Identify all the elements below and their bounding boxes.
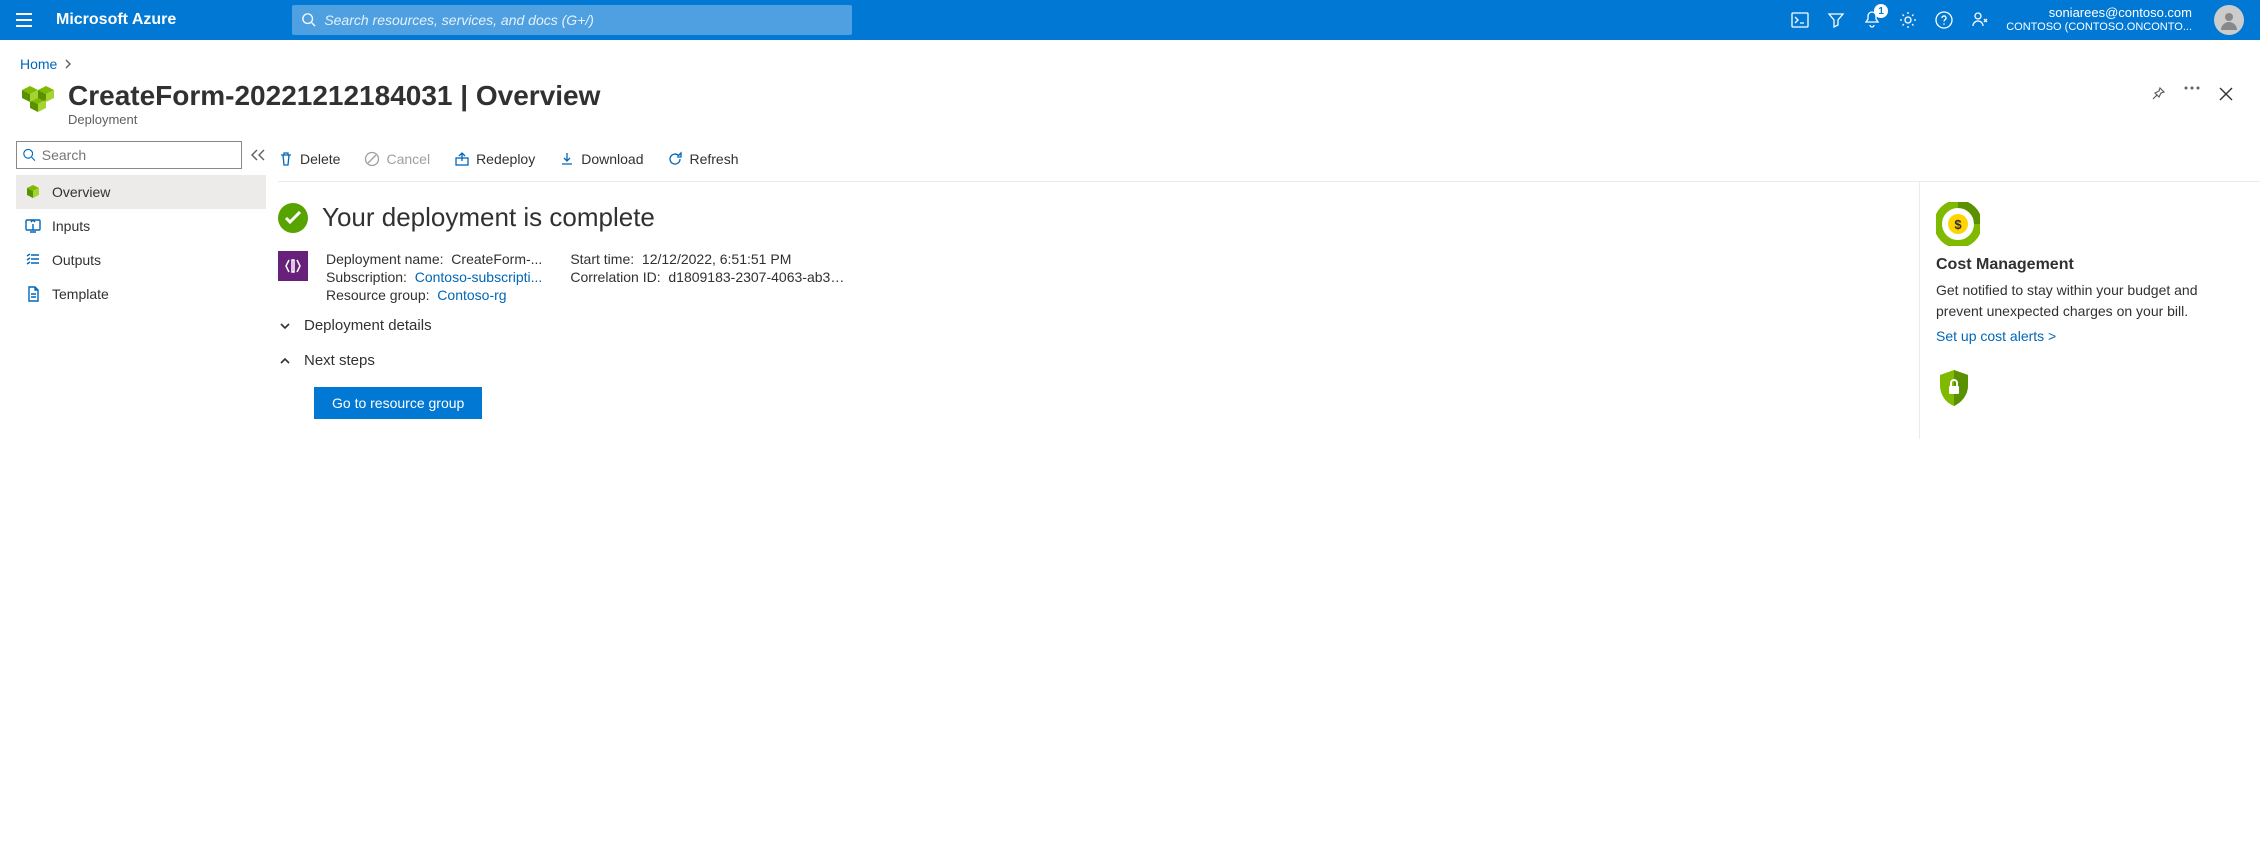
cloud-shell-button[interactable] — [1790, 10, 1810, 30]
refresh-label: Refresh — [689, 151, 738, 167]
next-steps-expander[interactable]: Next steps — [278, 338, 1899, 373]
cube-small-icon — [24, 183, 42, 201]
top-bar: Microsoft Azure 1 soniarees@contoso.com … — [0, 0, 2260, 40]
inputs-icon — [24, 217, 42, 235]
redeploy-button[interactable]: Redeploy — [454, 151, 535, 167]
help-button[interactable] — [1934, 10, 1954, 30]
account-info[interactable]: soniarees@contoso.com CONTOSO (CONTOSO.O… — [2006, 6, 2198, 34]
chevron-double-left-icon — [250, 148, 266, 162]
next-steps-label: Next steps — [304, 352, 375, 369]
redeploy-icon — [454, 151, 470, 167]
svg-text:$: $ — [1954, 217, 1962, 232]
cancel-label: Cancel — [386, 151, 430, 167]
outputs-icon — [24, 251, 42, 269]
chevron-down-icon — [278, 319, 292, 333]
chevron-right-icon — [63, 59, 73, 69]
account-directory: CONTOSO (CONTOSO.ONCONTO... — [2006, 20, 2192, 34]
subscription-label: Subscription: — [326, 269, 407, 285]
start-time-value: 12/12/2022, 6:51:51 PM — [642, 251, 791, 267]
notifications-badge: 1 — [1874, 4, 1888, 18]
download-button[interactable]: Download — [559, 151, 643, 167]
deployment-name-label: Deployment name: — [326, 251, 444, 267]
redeploy-label: Redeploy — [476, 151, 535, 167]
cloud-shell-icon — [1791, 12, 1809, 28]
sidebar-item-label: Overview — [52, 184, 110, 200]
avatar[interactable] — [2214, 5, 2244, 35]
delete-button[interactable]: Delete — [278, 151, 340, 167]
account-email: soniarees@contoso.com — [2006, 6, 2192, 20]
feedback-icon — [1971, 11, 1989, 29]
refresh-button[interactable]: Refresh — [667, 151, 738, 167]
close-blade-button[interactable] — [2212, 80, 2240, 108]
recommendations-panel: $ Cost Management Get notified to stay w… — [1920, 182, 2260, 439]
cost-management-description: Get notified to stay within your budget … — [1936, 280, 2244, 328]
search-icon — [23, 148, 36, 162]
sidebar-item-overview[interactable]: Overview — [16, 175, 266, 209]
start-time-label: Start time: — [570, 251, 634, 267]
search-icon — [302, 13, 316, 27]
filter-icon — [1827, 12, 1845, 28]
template-icon — [24, 285, 42, 303]
resource-type-label: Deployment — [68, 112, 2138, 127]
global-search-input[interactable] — [324, 12, 842, 28]
command-bar: Delete Cancel Redeploy Download Refresh — [278, 141, 2260, 182]
resource-group-label: Resource group: — [326, 287, 430, 303]
more-icon — [2184, 86, 2200, 90]
deployment-cube-icon — [20, 80, 56, 116]
set-up-cost-alerts-link[interactable]: Set up cost alerts > — [1936, 328, 2056, 344]
sidebar: Overview Inputs Outputs Template — [16, 141, 266, 439]
security-shield-icon — [1936, 368, 1972, 408]
trash-icon — [278, 151, 294, 167]
deployment-details-expander[interactable]: Deployment details — [278, 303, 1899, 338]
sidebar-item-label: Inputs — [52, 218, 90, 234]
sidebar-search-box[interactable] — [16, 141, 242, 169]
pin-button[interactable] — [2150, 86, 2166, 102]
deployment-name-value: CreateForm-... — [451, 251, 542, 267]
sidebar-collapse-button[interactable] — [250, 148, 266, 162]
resource-group-link[interactable]: Contoso-rg — [437, 287, 506, 303]
subscription-link[interactable]: Contoso-subscripti... — [415, 269, 543, 285]
page-title: CreateForm-20221212184031 | Overview — [68, 80, 2138, 112]
close-icon — [2218, 86, 2234, 102]
sidebar-item-template[interactable]: Template — [16, 277, 266, 311]
settings-button[interactable] — [1898, 10, 1918, 30]
correlation-id-value: d1809183-2307-4063-ab32-2 — [668, 269, 850, 285]
cancel-button: Cancel — [364, 151, 430, 167]
go-to-resource-group-button[interactable]: Go to resource group — [314, 387, 482, 419]
pin-icon — [2150, 86, 2166, 102]
more-button[interactable] — [2184, 86, 2200, 102]
brand-logo[interactable]: Microsoft Azure — [40, 11, 192, 29]
cost-management-icon: $ — [1936, 202, 1980, 246]
sidebar-search-input[interactable] — [42, 147, 235, 163]
deployment-status: Your deployment is complete — [278, 202, 1899, 251]
success-check-icon — [278, 203, 308, 233]
refresh-icon — [667, 151, 683, 167]
sidebar-item-inputs[interactable]: Inputs — [16, 209, 266, 243]
arm-template-icon — [278, 251, 308, 281]
sidebar-item-outputs[interactable]: Outputs — [16, 243, 266, 277]
feedback-button[interactable] — [1970, 10, 1990, 30]
filter-button[interactable] — [1826, 10, 1846, 30]
deployment-details-label: Deployment details — [304, 317, 432, 334]
cancel-icon — [364, 151, 380, 167]
page-header: CreateForm-20221212184031 | Overview Dep… — [0, 72, 2260, 141]
breadcrumb-home[interactable]: Home — [20, 56, 57, 72]
download-label: Download — [581, 151, 643, 167]
hamburger-icon — [16, 13, 32, 27]
status-message: Your deployment is complete — [322, 202, 655, 233]
chevron-up-icon — [278, 354, 292, 368]
avatar-icon — [2219, 10, 2239, 30]
notifications-button[interactable]: 1 — [1862, 10, 1882, 30]
sidebar-item-label: Template — [52, 286, 109, 302]
cost-management-title: Cost Management — [1936, 256, 2244, 280]
help-icon — [1935, 11, 1953, 29]
gear-icon — [1899, 11, 1917, 29]
download-icon — [559, 151, 575, 167]
hamburger-menu-button[interactable] — [8, 4, 40, 36]
global-search-bar[interactable] — [292, 5, 852, 35]
sidebar-item-label: Outputs — [52, 252, 101, 268]
delete-label: Delete — [300, 151, 340, 167]
correlation-id-label: Correlation ID: — [570, 269, 660, 285]
breadcrumb: Home — [0, 40, 2260, 72]
